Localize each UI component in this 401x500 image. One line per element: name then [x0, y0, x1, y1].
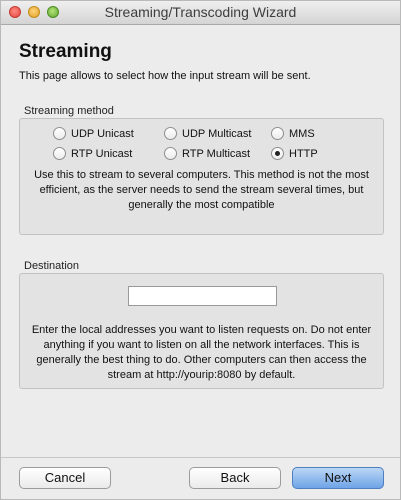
radio-label: UDP Unicast: [71, 127, 134, 140]
streaming-method-description: Use this to stream to several computers.…: [34, 169, 369, 211]
radio-label: RTP Multicast: [182, 147, 251, 160]
footer-divider: [1, 457, 400, 458]
next-button[interactable]: Next: [292, 467, 384, 489]
radio-rtp-multicast[interactable]: RTP Multicast: [164, 147, 250, 160]
streaming-method-label: Streaming method: [24, 105, 114, 117]
destination-group: Enter the local addresses you want to li…: [19, 273, 384, 389]
destination-input[interactable]: [128, 286, 277, 306]
radio-label: MMS: [289, 127, 315, 140]
radio-button-icon[interactable]: [164, 147, 177, 160]
radio-button-icon[interactable]: [164, 127, 177, 140]
radio-udp-multicast[interactable]: UDP Multicast: [164, 127, 251, 140]
radio-label: HTTP: [289, 147, 318, 160]
title-bar: Streaming/Transcoding Wizard: [1, 1, 400, 25]
page-description: This page allows to select how the input…: [19, 70, 311, 82]
radio-label: RTP Unicast: [71, 147, 133, 160]
radio-button-icon[interactable]: [53, 127, 66, 140]
streaming-method-group: UDP Unicast UDP Multicast MMS RTP Unicas…: [19, 118, 384, 235]
radio-udp-unicast[interactable]: UDP Unicast: [53, 127, 134, 140]
destination-description: Enter the local addresses you want to li…: [31, 324, 372, 381]
radio-http[interactable]: HTTP: [271, 147, 318, 160]
radio-rtp-unicast[interactable]: RTP Unicast: [53, 147, 132, 160]
radio-button-selected-icon[interactable]: [271, 147, 284, 160]
radio-button-icon[interactable]: [53, 147, 66, 160]
destination-label: Destination: [24, 260, 80, 272]
radio-mms[interactable]: MMS: [271, 127, 315, 140]
radio-label: UDP Multicast: [182, 127, 252, 140]
cancel-button[interactable]: Cancel: [19, 467, 111, 489]
back-button[interactable]: Back: [189, 467, 281, 489]
wizard-window: Streaming/Transcoding Wizard Streaming T…: [0, 0, 401, 500]
page-title: Streaming: [19, 41, 112, 62]
window-title: Streaming/Transcoding Wizard: [104, 4, 297, 20]
radio-button-icon[interactable]: [271, 127, 284, 140]
